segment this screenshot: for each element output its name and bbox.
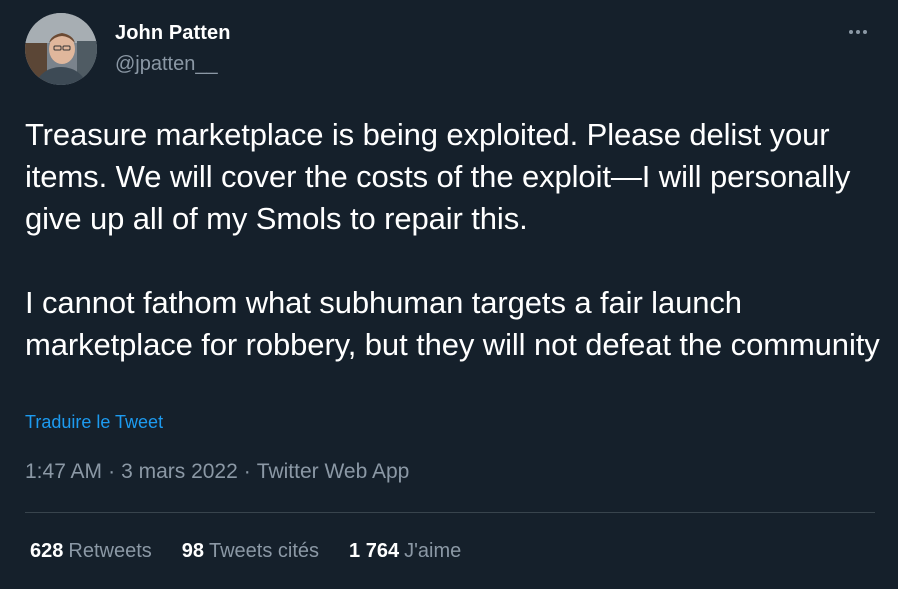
author-name[interactable]: John Patten — [115, 22, 231, 45]
author-handle[interactable]: @jpatten__ — [115, 53, 218, 76]
tweet-date[interactable]: 3 mars 2022 — [121, 460, 238, 483]
translate-tweet-link[interactable]: Traduire le Tweet — [25, 412, 163, 433]
tweet-stats: 628 Retweets 98 Tweets cités 1 764 J'aime — [30, 540, 461, 563]
tweet-text: Treasure marketplace is being exploited.… — [25, 117, 880, 362]
likes-label: J'aime — [404, 540, 462, 562]
quote-tweets-stat[interactable]: 98 Tweets cités — [182, 540, 319, 563]
separator: · — [243, 460, 251, 483]
retweets-count: 628 — [30, 540, 64, 562]
retweets-label: Retweets — [68, 540, 152, 562]
dot — [856, 30, 860, 34]
divider — [25, 512, 875, 513]
dot — [863, 30, 867, 34]
tweet-meta: 1:47 AM · 3 mars 2022 · Twitter Web App — [25, 460, 409, 484]
likes-stat[interactable]: 1 764 J'aime — [349, 540, 461, 563]
tweet-source[interactable]: Twitter Web App — [257, 460, 410, 483]
quote-tweets-count: 98 — [181, 540, 204, 562]
avatar-image — [25, 13, 97, 85]
retweets-stat[interactable]: 628 Retweets — [30, 540, 152, 563]
likes-count: 1 764 — [349, 540, 400, 562]
tweet-detail: John Patten @jpatten__ Treasure marketpl… — [0, 0, 898, 589]
more-dots-icon[interactable] — [842, 20, 874, 44]
dot — [849, 30, 853, 34]
quote-tweets-label: Tweets cités — [209, 540, 320, 562]
separator: · — [108, 460, 116, 483]
tweet-time[interactable]: 1:47 AM — [25, 460, 102, 483]
avatar[interactable] — [25, 13, 97, 85]
